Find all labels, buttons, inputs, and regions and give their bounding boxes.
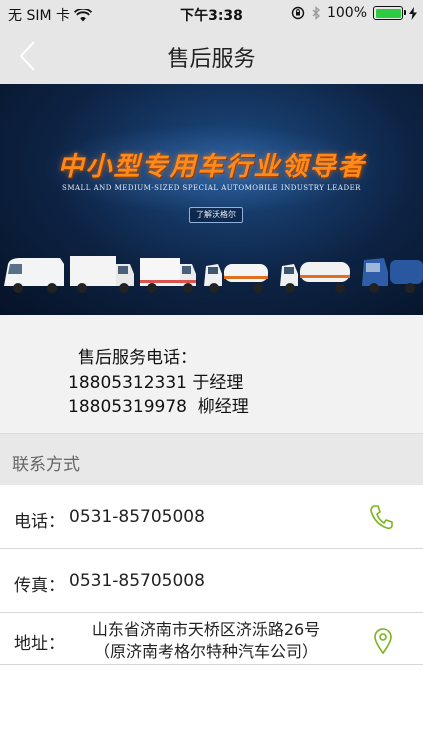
fax-value: 0531-85705008 xyxy=(69,571,205,591)
truck-tanker-1 xyxy=(204,264,268,293)
bluetooth-icon xyxy=(312,6,320,20)
truck-box-2 xyxy=(140,258,196,293)
hotline-number-1[interactable]: 18805312331 于经理 xyxy=(68,368,243,393)
page-title: 售后服务 xyxy=(167,47,256,72)
battery-icon xyxy=(373,6,406,20)
phone-value: 0531-85705008 xyxy=(69,507,205,527)
address-value: 山东省济南市天桥区济泺路26号 （原济南考格尔特种汽车公司） xyxy=(72,619,340,663)
phone-icon[interactable] xyxy=(369,504,393,530)
truck-blue xyxy=(362,258,423,293)
status-bar: 无 SIM 卡 下午3:38 100% xyxy=(0,0,423,28)
address-line-1: 山东省济南市天桥区济泺路26号 xyxy=(91,620,321,639)
fax-label: 传真： xyxy=(14,576,65,596)
hotline-number-2[interactable]: 18805319978 柳经理 xyxy=(68,392,249,417)
address-row[interactable]: 地址： 山东省济南市天桥区济泺路26号 （原济南考格尔特种汽车公司） xyxy=(0,613,423,665)
trucks-illustration xyxy=(4,256,423,293)
phone-row[interactable]: 电话： 0531-85705008 xyxy=(0,485,423,549)
banner-subline: SMALL AND MEDIUM-SIZED SPECIAL AUTOMOBIL… xyxy=(62,184,361,192)
truck-tanker-2 xyxy=(280,262,350,293)
banner-headline: 中小型专用车行业领导者 xyxy=(57,152,366,182)
truck-box-1 xyxy=(70,256,134,293)
promo-banner[interactable]: 中小型专用车行业领导者 SMALL AND MEDIUM-SIZED SPECI… xyxy=(0,84,423,315)
rotation-lock-icon xyxy=(291,6,305,20)
phone-label: 电话： xyxy=(14,512,65,532)
top-bar: 无 SIM 卡 下午3:38 100% 售后服务 xyxy=(0,0,423,84)
address-line-2: （原济南考格尔特种汽车公司） xyxy=(93,642,318,661)
address-label: 地址： xyxy=(14,634,65,654)
battery-fill xyxy=(375,8,401,18)
location-pin-icon[interactable] xyxy=(373,627,393,655)
hotline-section: 售后服务电话： 18805312331 于经理 18805319978 柳经理 xyxy=(0,315,423,433)
charging-icon xyxy=(409,6,417,20)
status-right: 100% xyxy=(291,5,417,21)
battery-percent: 100% xyxy=(326,5,367,21)
learn-more-button[interactable]: 了解沃格尔 xyxy=(189,207,243,223)
navbar: 售后服务 xyxy=(0,28,423,84)
truck-van xyxy=(4,258,64,293)
fax-row: 传真： 0531-85705008 xyxy=(0,549,423,613)
contact-section-header: 联系方式 xyxy=(0,433,423,485)
hotline-label: 售后服务电话： xyxy=(78,348,197,368)
contact-header-label: 联系方式 xyxy=(12,455,80,475)
